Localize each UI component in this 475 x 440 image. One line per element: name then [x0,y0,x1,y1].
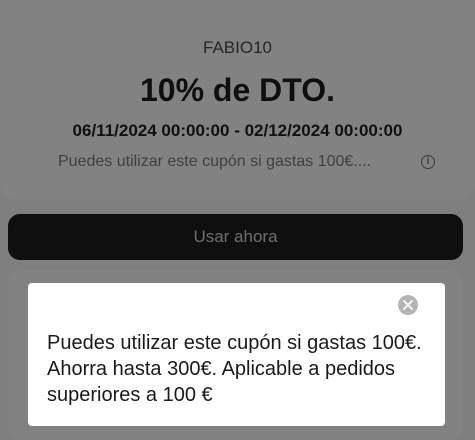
close-icon[interactable] [398,295,418,315]
coupon-conditions-tooltip: Puedes utilizar este cupón si gastas 100… [28,283,445,426]
coupon-card: FABIO10 10% de DTO. 06/11/2024 00:00:00 … [0,0,475,200]
coupon-condition-text: Puedes utilizar este cupón si gastas 100… [58,153,372,170]
use-now-button[interactable]: Usar ahora [8,214,463,260]
coupon-code: FABIO10 [203,38,272,57]
coupon-validity-dates: 06/11/2024 00:00:00 - 02/12/2024 00:00:0… [72,121,403,140]
info-icon[interactable]: i [421,155,435,169]
tooltip-text: Puedes utilizar este cupón si gastas 100… [47,332,422,406]
coupon-discount: 10% de DTO. [139,72,336,108]
